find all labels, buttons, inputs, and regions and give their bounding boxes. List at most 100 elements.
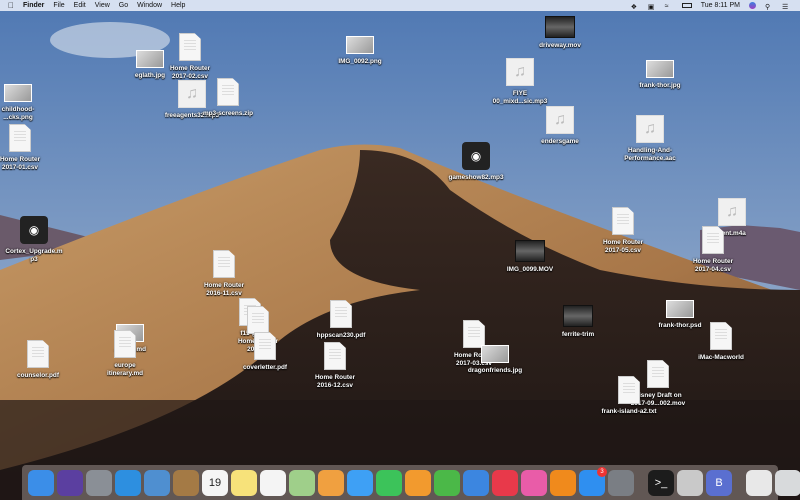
file-label: childhood- ...cks.png: [1, 106, 35, 121]
audio-file-icon: ♫: [718, 198, 746, 226]
desktop-file[interactable]: ♫ FIYE 00_mixd...sic.mp3: [490, 58, 550, 106]
photos-icon[interactable]: [318, 469, 344, 496]
dropbox-icon[interactable]: ❖: [631, 3, 639, 11]
album-art-icon: ◉: [462, 142, 490, 170]
desktop-file[interactable]: iMac-Macworld: [691, 322, 751, 362]
file-label: dragonfriends.jpg: [467, 367, 523, 374]
desktop-file[interactable]: Home Router 2017-01.csv: [0, 124, 50, 172]
menu-window[interactable]: Window: [137, 2, 162, 9]
apple-menu-icon[interactable]: : [8, 1, 14, 10]
notes-icon[interactable]: [231, 469, 257, 496]
file-label: Home Router 2017-01.csv: [0, 156, 41, 171]
menu-file[interactable]: File: [53, 2, 64, 9]
siri-icon[interactable]: [749, 2, 756, 9]
video-file-icon: [545, 16, 575, 38]
desktop-file[interactable]: Home Router 2017-05.csv: [593, 207, 653, 255]
desktop-file[interactable]: europe itinerary.md: [95, 330, 155, 378]
desktop-file[interactable]: driveway.mov: [530, 16, 590, 50]
desktop-file[interactable]: counselor.pdf: [8, 340, 68, 380]
pdf-file-icon: [330, 300, 352, 328]
desktop-file[interactable]: ferrite-trim: [548, 305, 608, 339]
file-label: frank-island-a2.txt: [601, 408, 657, 415]
finder-icon[interactable]: [28, 469, 54, 496]
trash-icon[interactable]: [775, 469, 800, 496]
desktop-file[interactable]: ◉ gameshow82.mp3: [446, 142, 506, 182]
system-preferences-icon[interactable]: [608, 469, 634, 496]
menu-view[interactable]: View: [95, 2, 110, 9]
desktop-file[interactable]: IMG_0099.MOV: [500, 240, 560, 274]
launchpad-icon[interactable]: [86, 469, 112, 496]
pages-icon[interactable]: [405, 469, 431, 496]
bbedit-icon[interactable]: B: [706, 469, 732, 496]
file-label: Home Router 2017-05.csv: [602, 239, 644, 254]
file-label: europe itinerary.md: [106, 362, 144, 377]
file-label: FIYE 00_mixd...sic.mp3: [492, 90, 548, 105]
file-label: endersgame: [541, 138, 579, 145]
video-file-icon: [515, 240, 545, 262]
ibooks-icon[interactable]: [550, 469, 576, 496]
file-label: Home Router 2016-11.csv: [203, 282, 245, 297]
dock-icon-glyph: B: [715, 476, 723, 489]
safari-icon[interactable]: [115, 469, 141, 496]
preview-icon[interactable]: [144, 469, 170, 496]
desktop-file[interactable]: frank-thor.jpg: [630, 60, 690, 90]
keynote-icon[interactable]: [463, 469, 489, 496]
numbers-icon[interactable]: [434, 469, 460, 496]
video-file-icon: [563, 305, 593, 327]
desktop-file[interactable]: dragonfriends.jpg: [465, 345, 525, 375]
desktop-file[interactable]: Home Router 2016-11.csv: [194, 250, 254, 298]
desktop-file[interactable]: ♫ Handling-And- Performance.aac: [620, 115, 680, 163]
spotlight-search-icon[interactable]: ⚲: [765, 3, 773, 11]
desktop-file[interactable]: ◉ Cortex_Upgrade.m p3: [4, 216, 64, 264]
album-art-icon: ◉: [20, 216, 48, 244]
menu-app-finder[interactable]: Finder: [23, 2, 44, 9]
desktop-file[interactable]: Home Router 2017-04.csv: [683, 226, 743, 274]
desktop-file[interactable]: hppscan230.pdf: [311, 300, 371, 340]
facetime-icon[interactable]: [376, 469, 402, 496]
desktop-file[interactable]: mp3-screens.zip: [198, 78, 258, 118]
contacts-icon[interactable]: [173, 469, 199, 496]
file-label: hppscan230.pdf: [316, 332, 366, 339]
file-label: Home Router 2017-04.csv: [692, 258, 734, 273]
news-icon[interactable]: [492, 469, 518, 496]
app-store-icon[interactable]: 3: [579, 466, 607, 496]
battery-icon[interactable]: [681, 3, 692, 8]
notification-center-icon[interactable]: ☰: [782, 3, 790, 11]
csv-file-icon: [702, 226, 724, 254]
dock: 19 3 >_ B: [22, 465, 800, 500]
desktop-file[interactable]: Home Router 2017-02.csv: [160, 33, 220, 81]
desktop-file[interactable]: coverletter.pdf: [235, 332, 295, 372]
menu-go[interactable]: Go: [119, 2, 128, 9]
csv-file-icon: [463, 320, 485, 348]
desktop-file[interactable]: IMG_0092.png: [330, 36, 390, 66]
menu-help[interactable]: Help: [171, 2, 185, 9]
messages-icon[interactable]: [347, 469, 373, 496]
notification-badge: 3: [597, 466, 607, 477]
markdown-file-icon: [114, 330, 136, 358]
file-label: ferrite-trim: [561, 331, 595, 338]
downloads-stack-icon[interactable]: [746, 469, 772, 496]
calendar-icon[interactable]: 19: [202, 469, 228, 496]
screenshot-icon[interactable]: [677, 469, 703, 496]
itunes-icon[interactable]: [521, 469, 547, 496]
clock[interactable]: Tue 8:11 PM: [701, 2, 740, 9]
desktop-file[interactable]: ♫ endersgame: [530, 106, 590, 146]
terminal-icon[interactable]: >_: [648, 469, 674, 496]
airplay-icon[interactable]: ▣: [648, 3, 656, 11]
siri-icon[interactable]: [57, 469, 83, 496]
pdf-file-icon: [254, 332, 276, 360]
pdf-file-icon: [710, 322, 732, 350]
maps-icon[interactable]: [289, 469, 315, 496]
reminders-icon[interactable]: [260, 469, 286, 496]
csv-file-icon: [9, 124, 31, 152]
wifi-icon[interactable]: ≈: [665, 3, 673, 10]
desktop-file[interactable]: frank-island-a2.txt: [599, 376, 659, 416]
menu-edit[interactable]: Edit: [74, 2, 86, 9]
menu-bar:  Finder File Edit View Go Window Help ❖…: [0, 0, 800, 11]
desktop-file[interactable]: Home Router 2016-12.csv: [305, 342, 365, 390]
file-label: gameshow82.mp3: [448, 174, 504, 181]
file-label: IMG_0099.MOV: [506, 266, 554, 273]
file-label: Home Router 2016-12.csv: [314, 374, 356, 389]
file-label: frank-thor.jpg: [639, 82, 681, 89]
desktop-file[interactable]: childhood- ...cks.png: [0, 84, 48, 122]
